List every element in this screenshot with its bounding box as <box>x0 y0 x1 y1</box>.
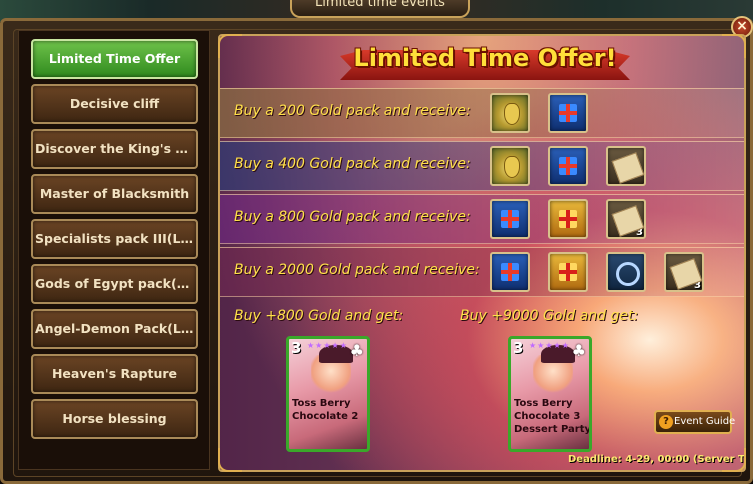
frame-corner-ornament <box>218 448 242 472</box>
event-guide-button[interactable]: ? Event Guide <box>654 410 736 434</box>
gold-bag-icon[interactable] <box>490 146 530 186</box>
event-sidebar: Limited Time Offer Decisive cliff Discov… <box>18 30 210 470</box>
sidebar-item-angel-demon[interactable]: Angel-Demon Pack(Limite... <box>31 309 198 349</box>
offer-row-text: Buy a 2000 Gold pack and receive: <box>234 262 480 278</box>
offer-panel: Limited Time Offer! Buy a 200 Gold pack … <box>218 34 746 472</box>
deadline-text: Deadline: 4-29, 00:00 (Server Time) <box>568 454 745 465</box>
gold-gift-icon[interactable] <box>548 199 588 239</box>
offer-row: Buy a 2000 Gold pack and receive: 3 <box>220 247 744 297</box>
card-cost: 3 <box>291 339 302 357</box>
frame-corner-ornament <box>722 448 746 472</box>
hero-card[interactable]: 3 ★★★★★ ♣ Toss Berry Chocolate 3 Dessert… <box>508 336 592 452</box>
bonus-text-800: Buy +800 Gold and get: <box>234 308 404 324</box>
gold-bag-icon[interactable] <box>490 93 530 133</box>
star-rating-icon: ★★★★★ <box>529 341 570 350</box>
event-guide-label: Event Guide <box>674 416 736 427</box>
question-icon: ? <box>659 415 673 429</box>
sidebar-item-decisive-cliff[interactable]: Decisive cliff <box>31 84 198 124</box>
item-count: 3 <box>694 280 701 291</box>
offer-row: Buy a 400 Gold pack and receive: <box>220 141 744 191</box>
offer-row: Buy a 200 Gold pack and receive: <box>220 88 744 138</box>
card-name: Toss Berry Chocolate 2 <box>292 398 359 422</box>
sidebar-item-heavens-rapture[interactable]: Heaven's Rapture <box>31 354 198 394</box>
window-title: Limited time events <box>290 0 470 18</box>
offer-row: Buy a 800 Gold pack and receive: 3 <box>220 194 744 244</box>
sidebar-item-master-of-blacksmith[interactable]: Master of Blacksmith <box>31 174 198 214</box>
scroll-icon[interactable]: 3 <box>664 252 704 292</box>
blue-gift-icon[interactable] <box>490 199 530 239</box>
scroll-icon[interactable]: 3 <box>606 199 646 239</box>
item-count: 3 <box>636 227 643 238</box>
frame-corner-ornament <box>722 34 746 58</box>
sidebar-item-gods-of-egypt[interactable]: Gods of Egypt pack(Limite... <box>31 264 198 304</box>
frame-corner-ornament <box>218 34 242 58</box>
club-icon: ♣ <box>349 341 364 360</box>
offer-row-text: Buy a 400 Gold pack and receive: <box>234 156 471 172</box>
gold-gift-icon[interactable] <box>548 252 588 292</box>
offer-row-text: Buy a 200 Gold pack and receive: <box>234 103 471 119</box>
sidebar-item-horse-blessing[interactable]: Horse blessing <box>31 399 198 439</box>
sidebar-item-limited-time-offer[interactable]: Limited Time Offer <box>31 39 198 79</box>
scroll-icon[interactable] <box>606 146 646 186</box>
bonus-text-9000: Buy +9000 Gold and get: <box>460 308 639 324</box>
sidebar-item-specialists-pack[interactable]: Specialists pack III(Limited... <box>31 219 198 259</box>
hero-card[interactable]: 3 ★★★★★ ♣ Toss Berry Chocolate 2 2 12 <box>286 336 370 452</box>
star-rating-icon: ★★★★★ <box>307 341 348 350</box>
offer-banner: Limited Time Offer! <box>340 40 630 84</box>
blue-gift-icon[interactable] <box>548 93 588 133</box>
sidebar-item-kings-mausoleum[interactable]: Discover the King's Mauso... <box>31 129 198 169</box>
card-name: Toss Berry Chocolate 3 Dessert Party <box>514 398 592 435</box>
club-icon: ♣ <box>571 341 586 360</box>
offer-row-text: Buy a 800 Gold pack and receive: <box>234 209 471 225</box>
banner-title: Limited Time Offer! <box>353 44 617 72</box>
ring-icon[interactable] <box>606 252 646 292</box>
blue-gift-icon[interactable] <box>548 146 588 186</box>
card-cost: 3 <box>513 339 524 357</box>
blue-gift-icon[interactable] <box>490 252 530 292</box>
